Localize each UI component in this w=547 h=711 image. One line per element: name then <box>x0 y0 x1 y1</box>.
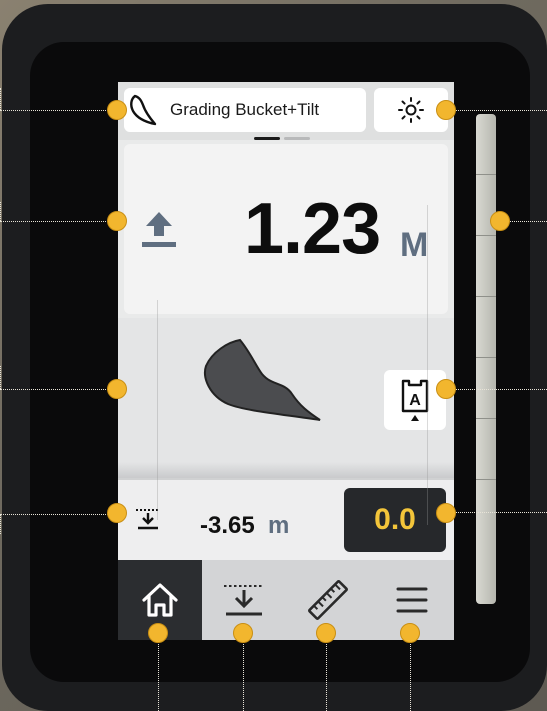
auto-tilt-button[interactable]: A <box>384 370 446 430</box>
callout-marker <box>107 100 127 120</box>
offset-value: 0.0 <box>374 503 416 536</box>
callout-line <box>0 514 1 534</box>
callout-marker <box>436 100 456 120</box>
top-bar: Grading Bucket+Tilt <box>118 82 454 140</box>
callout-line <box>450 110 547 111</box>
callout-marker <box>436 503 456 523</box>
tool-select-button[interactable]: Grading Bucket+Tilt <box>124 88 366 132</box>
guide-line <box>157 300 158 520</box>
depth-value: -3.65 <box>200 512 255 539</box>
offset-button[interactable]: 0.0 <box>344 488 446 552</box>
auto-letter: A <box>409 392 421 409</box>
bucket-shape-icon <box>204 338 321 421</box>
callout-line <box>158 640 159 711</box>
callout-marker <box>233 623 253 643</box>
callout-marker <box>316 623 336 643</box>
bucket-profile-icon <box>124 88 164 132</box>
callout-marker <box>400 623 420 643</box>
callout-line <box>0 389 114 390</box>
display-screen: Grading Bucket+Tilt 1.23 M A -3.65 m 0.0 <box>118 82 454 640</box>
side-button-strip <box>476 114 496 604</box>
menu-icon <box>396 587 428 613</box>
callout-line <box>0 202 1 221</box>
callout-line <box>504 221 547 222</box>
callout-marker <box>107 379 127 399</box>
bucket-view: A <box>118 318 454 478</box>
callout-line <box>450 512 547 513</box>
ruler-icon <box>308 580 348 620</box>
target-depth-icon <box>224 585 264 616</box>
height-value: 1.23 <box>244 189 381 269</box>
height-unit: M <box>400 226 429 264</box>
callout-marker <box>107 211 127 231</box>
arrow-up-to-line-icon <box>138 206 180 255</box>
height-panel[interactable]: 1.23 M <box>124 144 448 314</box>
callout-line <box>410 640 411 711</box>
home-icon <box>142 583 178 617</box>
depth-panel: -3.65 m 0.0 <box>118 478 454 560</box>
callout-line <box>0 221 114 222</box>
callout-line <box>0 110 114 111</box>
callout-line <box>0 366 1 389</box>
callout-line <box>450 389 547 390</box>
callout-marker <box>148 623 168 643</box>
callout-line <box>0 514 114 515</box>
callout-marker <box>436 379 456 399</box>
callout-marker <box>490 211 510 231</box>
callout-line <box>326 640 327 711</box>
callout-line <box>243 640 244 711</box>
sun-icon <box>398 97 424 123</box>
auto-tilt-icon: A <box>401 379 429 421</box>
page-indicator <box>254 137 318 141</box>
guide-line <box>427 205 428 525</box>
callout-line <box>0 88 1 110</box>
depth-unit: m <box>268 512 290 539</box>
tool-name-label: Grading Bucket+Tilt <box>170 100 320 119</box>
callout-marker <box>107 503 127 523</box>
